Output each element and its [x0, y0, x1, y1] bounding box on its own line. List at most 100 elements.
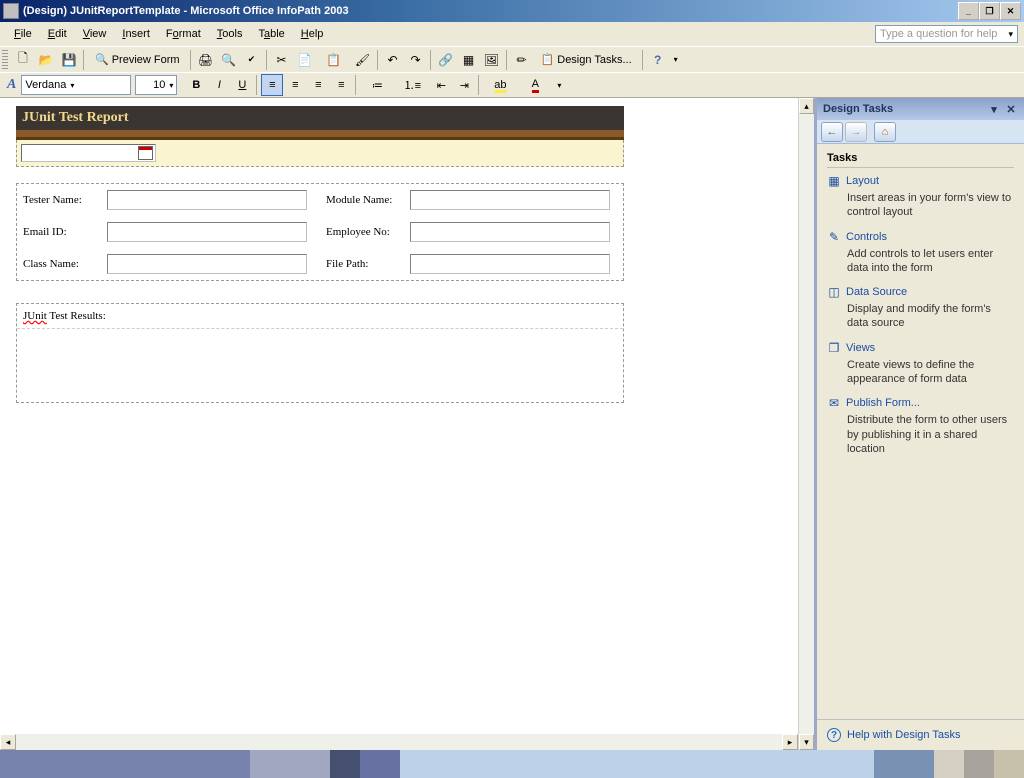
input-email-id[interactable] — [107, 222, 307, 242]
copy-button[interactable]: 📄 — [294, 49, 316, 71]
cut-button[interactable]: ✂ — [271, 49, 293, 71]
input-class-name[interactable] — [107, 254, 307, 274]
results-label[interactable]: JUnit Test Results: — [17, 304, 623, 329]
menu-tools[interactable]: Tools — [209, 25, 251, 43]
toolbar-grip[interactable] — [2, 50, 8, 70]
design-this-form-button[interactable]: ✏ — [511, 49, 533, 71]
insert-picture-button[interactable]: 🖼 — [481, 49, 503, 71]
minimize-button[interactable]: _ — [958, 2, 979, 20]
taskpane-menu-icon[interactable]: ▾ — [987, 102, 1001, 116]
input-module-name[interactable] — [410, 190, 610, 210]
bullets-button[interactable]: ≔ — [360, 74, 394, 96]
workspace: JUnit Test Report Tester Name: Module Na… — [0, 98, 1024, 750]
align-justify-button[interactable]: ≡ — [330, 74, 352, 96]
align-right-button[interactable]: ≡ — [307, 74, 329, 96]
tasks-heading: Tasks — [827, 152, 1014, 168]
new-button[interactable]: 🗋 — [12, 49, 34, 71]
task-layout-link[interactable]: ▦ Layout — [827, 174, 1014, 188]
menu-table[interactable]: Table — [250, 25, 292, 43]
menu-file[interactable]: File — [6, 25, 40, 43]
close-button[interactable]: ✕ — [1000, 2, 1021, 20]
menu-format[interactable]: Format — [158, 25, 209, 43]
align-center-button[interactable]: ≡ — [284, 74, 306, 96]
spelling-button[interactable]: ✔ — [241, 49, 263, 71]
hyperlink-button[interactable]: 🔗 — [435, 49, 457, 71]
menu-edit[interactable]: Edit — [40, 25, 75, 43]
toolbar-options-button[interactable]: ▾ — [670, 49, 682, 71]
field-module-name[interactable]: Module Name: — [320, 184, 623, 216]
open-button[interactable]: 📂 — [35, 49, 57, 71]
italic-button[interactable]: I — [208, 74, 230, 96]
design-tasks-button[interactable]: 📋Design Tasks... — [534, 49, 639, 71]
field-class-name[interactable]: Class Name: — [17, 248, 320, 280]
restore-button[interactable]: ❐ — [979, 2, 1000, 20]
nav-forward-button[interactable]: → — [845, 122, 867, 142]
help-button[interactable]: ? — [647, 49, 669, 71]
separator — [478, 75, 480, 95]
taskpane-title: Design Tasks — [823, 103, 987, 115]
date-row[interactable] — [16, 140, 624, 167]
task-datasource-label: Data Source — [846, 286, 907, 298]
standard-toolbar: 🗋 📂 💾 🔍Preview Form 🖨 🔍 ✔ ✂ 📄 📋 🖌 ↶ ↷ 🔗 … — [0, 46, 1024, 72]
preview-form-button[interactable]: 🔍Preview Form — [88, 49, 187, 71]
scroll-left-button[interactable]: ◂ — [0, 734, 16, 750]
undo-button[interactable]: ↶ — [382, 49, 404, 71]
label-file-path: File Path: — [326, 258, 406, 270]
underline-button[interactable]: U — [231, 74, 253, 96]
help-search[interactable]: Type a question for help ▾ — [875, 25, 1018, 43]
menu-insert[interactable]: Insert — [114, 25, 158, 43]
scroll-up-button[interactable]: ▴ — [799, 98, 814, 114]
horizontal-scrollbar[interactable]: ◂ ▸ — [0, 734, 798, 750]
font-combo[interactable]: Verdana▾ — [21, 75, 131, 95]
task-publish-label: Publish Form... — [846, 397, 920, 409]
insert-table-button[interactable]: ▦ — [458, 49, 480, 71]
highlight-button[interactable]: ab — [483, 74, 517, 96]
font-color-button[interactable]: A — [518, 74, 552, 96]
field-employee-no[interactable]: Employee No: — [320, 216, 623, 248]
save-button[interactable]: 💾 — [58, 49, 80, 71]
input-employee-no[interactable] — [410, 222, 610, 242]
task-layout-label: Layout — [846, 175, 879, 187]
separator — [506, 50, 508, 70]
toolbar-options-button[interactable]: ▾ — [553, 74, 565, 96]
scroll-track[interactable] — [16, 734, 782, 750]
menu-help[interactable]: Help — [293, 25, 332, 43]
results-section[interactable]: JUnit Test Results: — [16, 303, 624, 403]
date-picker[interactable] — [21, 144, 156, 162]
field-file-path[interactable]: File Path: — [320, 248, 623, 280]
separator — [83, 50, 85, 70]
design-canvas[interactable]: JUnit Test Report Tester Name: Module Na… — [0, 98, 798, 750]
input-tester-name[interactable] — [107, 190, 307, 210]
field-tester-name[interactable]: Tester Name: — [17, 184, 320, 216]
bold-button[interactable]: B — [185, 74, 207, 96]
form-title[interactable]: JUnit Test Report — [16, 106, 624, 130]
format-painter-button[interactable]: 🖌 — [352, 49, 374, 71]
task-datasource-link[interactable]: ◫ Data Source — [827, 285, 1014, 299]
taskpane-footer-link[interactable]: ? Help with Design Tasks — [817, 719, 1024, 750]
menu-view[interactable]: View — [75, 25, 115, 43]
task-controls-link[interactable]: ✎ Controls — [827, 230, 1014, 244]
nav-home-button[interactable]: ⌂ — [874, 122, 896, 142]
scroll-track[interactable] — [799, 114, 814, 734]
font-size-combo[interactable]: 10▾ — [135, 75, 177, 95]
taskpane-close-icon[interactable]: ✕ — [1004, 102, 1018, 116]
numbering-button[interactable]: ⒈≡ — [395, 74, 429, 96]
field-email-id[interactable]: Email ID: — [17, 216, 320, 248]
task-publish-link[interactable]: ✉ Publish Form... — [827, 396, 1014, 410]
decrease-indent-button[interactable]: ⇤ — [430, 74, 452, 96]
label-class-name: Class Name: — [23, 258, 103, 270]
print-button[interactable]: 🖨 — [195, 49, 217, 71]
scroll-right-button[interactable]: ▸ — [782, 734, 798, 750]
task-views-link[interactable]: ❐ Views — [827, 341, 1014, 355]
calendar-icon[interactable] — [138, 146, 153, 160]
paste-button[interactable]: 📋 — [317, 49, 351, 71]
align-left-button[interactable]: ≡ — [261, 74, 283, 96]
vertical-scrollbar[interactable]: ▴ ▾ — [798, 98, 814, 750]
print-preview-button[interactable]: 🔍 — [218, 49, 240, 71]
scroll-down-button[interactable]: ▾ — [799, 734, 814, 750]
increase-indent-button[interactable]: ⇥ — [453, 74, 475, 96]
input-file-path[interactable] — [410, 254, 610, 274]
task-controls: ✎ Controls Add controls to let users ent… — [827, 230, 1014, 276]
nav-back-button[interactable]: ← — [821, 122, 843, 142]
redo-button[interactable]: ↷ — [405, 49, 427, 71]
